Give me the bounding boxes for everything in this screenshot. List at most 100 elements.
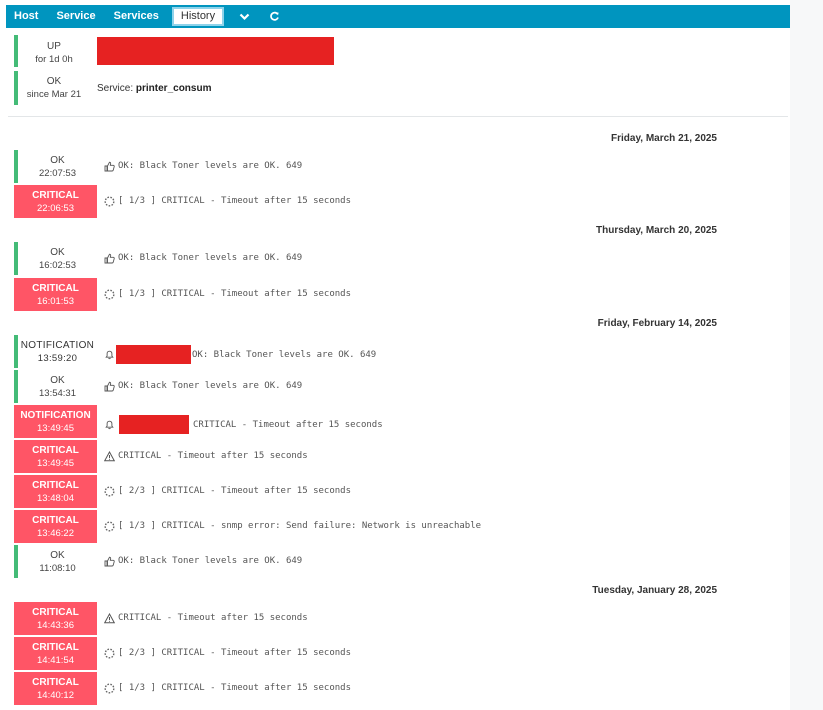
event-state: CRITICAL — [32, 479, 79, 491]
spinner-icon — [103, 485, 115, 497]
event-time: 22:07:53 — [39, 167, 76, 179]
event-message: [ 1/3 ] CRITICAL - Timeout after 15 seco… — [103, 682, 351, 694]
refresh-button[interactable] — [263, 5, 293, 28]
day-header: Thursday, March 20, 2025 — [596, 225, 717, 236]
spinner-icon — [103, 647, 115, 659]
history-event-badge[interactable]: CRITICAL 14:40:12 — [14, 672, 97, 705]
event-text: OK: Black Toner levels are OK. 649 — [118, 161, 303, 171]
dropdown-button[interactable] — [226, 5, 263, 28]
event-text: OK: Black Toner levels are OK. 649 — [118, 556, 303, 566]
history-event-badge[interactable]: CRITICAL 13:48:04 — [14, 475, 97, 508]
history-event-badge[interactable]: CRITICAL 16:01:53 — [14, 278, 97, 311]
event-state: OK — [50, 549, 65, 561]
history-event-badge[interactable]: OK 11:08:10 — [14, 545, 97, 578]
event-time: 11:08:10 — [39, 562, 76, 574]
host-state-duration: for 1d 0h — [35, 54, 73, 65]
tab-services[interactable]: Services — [105, 5, 168, 28]
event-message: OK: Black Toner levels are OK. 649 — [103, 345, 376, 364]
event-message: CRITICAL - Timeout after 15 seconds — [103, 415, 383, 434]
tab-service[interactable]: Service — [47, 5, 104, 28]
event-message: CRITICAL - Timeout after 15 seconds — [103, 450, 308, 462]
spinner-icon — [103, 288, 115, 300]
thumbs-up-icon — [103, 160, 115, 172]
history-event-badge[interactable]: CRITICAL 22:06:53 — [14, 185, 97, 218]
event-text: [ 1/3 ] CRITICAL - Timeout after 15 seco… — [118, 289, 351, 299]
event-time: 14:40:12 — [37, 689, 74, 701]
event-message: OK: Black Toner levels are OK. 649 — [103, 555, 302, 567]
event-time: 13:49:45 — [37, 457, 74, 469]
history-event-badge[interactable]: NOTIFICATION 13:49:45 — [14, 405, 97, 438]
history-event-badge[interactable]: CRITICAL 14:43:36 — [14, 602, 97, 635]
history-event-badge[interactable]: OK 13:54:31 — [14, 370, 97, 403]
bell-icon — [103, 349, 115, 361]
service-name: printer_consum — [135, 83, 212, 94]
event-time: 22:06:53 — [37, 202, 74, 214]
host-state-badge[interactable]: UP for 1d 0h — [14, 35, 90, 67]
history-event-badge[interactable]: OK 16:02:53 — [14, 242, 97, 275]
host-state: UP — [47, 41, 61, 52]
top-navigation: Host Service Services History — [6, 5, 790, 28]
right-gutter — [790, 0, 823, 710]
event-time: 13:46:22 — [37, 527, 74, 539]
event-time: 16:01:53 — [37, 295, 74, 307]
event-text: OK: Black Toner levels are OK. 649 — [118, 381, 303, 391]
service-state-badge[interactable]: OK since Mar 21 — [14, 71, 90, 105]
day-header: Friday, February 14, 2025 — [597, 318, 717, 329]
event-text: CRITICAL - Timeout after 15 seconds — [193, 419, 383, 430]
service-label: Service: — [97, 83, 134, 94]
event-time: 16:02:53 — [39, 259, 76, 271]
service-state: OK — [46, 76, 62, 87]
event-message: CRITICAL - Timeout after 15 seconds — [103, 612, 308, 624]
event-text: [ 1/3 ] CRITICAL - Timeout after 15 seco… — [118, 196, 351, 206]
event-text: CRITICAL - Timeout after 15 seconds — [118, 451, 308, 461]
history-event-badge[interactable]: CRITICAL 13:49:45 — [14, 440, 97, 473]
history-event-badge[interactable]: NOTIFICATION 13:59:20 — [14, 335, 97, 368]
tab-host[interactable]: Host — [6, 5, 47, 28]
event-message: [ 1/3 ] CRITICAL - Timeout after 15 seco… — [103, 288, 351, 300]
event-state: OK — [50, 154, 65, 166]
event-text: CRITICAL - Timeout after 15 seconds — [118, 613, 308, 623]
event-message: [ 1/3 ] CRITICAL - snmp error: Send fail… — [103, 520, 481, 532]
redacted-contact — [116, 345, 191, 364]
day-header: Tuesday, January 28, 2025 — [592, 585, 717, 596]
event-state: CRITICAL — [32, 676, 79, 688]
event-message: OK: Black Toner levels are OK. 649 — [103, 160, 302, 172]
event-message: OK: Black Toner levels are OK. 649 — [103, 252, 302, 264]
history-event-badge[interactable]: CRITICAL 14:41:54 — [14, 637, 97, 670]
event-state: NOTIFICATION — [20, 339, 95, 351]
history-event-badge[interactable]: CRITICAL 13:46:22 — [14, 510, 97, 543]
warning-icon — [103, 450, 115, 462]
event-text: OK: Black Toner levels are OK. 649 — [118, 253, 303, 263]
event-time: 13:54:31 — [39, 387, 76, 399]
event-state: CRITICAL — [32, 641, 79, 653]
event-time: 13:59:20 — [37, 352, 78, 364]
event-state: CRITICAL — [32, 514, 79, 526]
bell-icon — [103, 419, 115, 431]
redacted-host-name — [97, 37, 334, 65]
event-text: [ 1/3 ] CRITICAL - Timeout after 15 seco… — [118, 683, 351, 693]
thumbs-up-icon — [103, 555, 115, 567]
event-text: [ 2/3 ] CRITICAL - Timeout after 15 seco… — [118, 648, 351, 658]
event-state: CRITICAL — [32, 282, 79, 294]
event-message: OK: Black Toner levels are OK. 649 — [103, 380, 302, 392]
event-state: CRITICAL — [32, 189, 79, 201]
event-message: [ 2/3 ] CRITICAL - Timeout after 15 seco… — [103, 485, 351, 497]
event-time: 13:49:45 — [37, 422, 74, 434]
tab-history[interactable]: History — [171, 7, 225, 26]
event-time: 14:41:54 — [37, 654, 74, 666]
event-state: OK — [50, 246, 65, 258]
event-text: [ 2/3 ] CRITICAL - Timeout after 15 seco… — [118, 486, 351, 496]
thumbs-up-icon — [103, 252, 115, 264]
event-text: [ 1/3 ] CRITICAL - snmp error: Send fail… — [118, 521, 482, 531]
service-state-duration: since Mar 21 — [26, 89, 82, 100]
redacted-contact — [119, 415, 189, 434]
history-event-badge[interactable]: OK 22:07:53 — [14, 150, 97, 183]
event-text: OK: Black Toner levels are OK. 649 — [192, 349, 377, 360]
event-state: NOTIFICATION — [20, 409, 91, 421]
spinner-icon — [103, 682, 115, 694]
event-message: [ 2/3 ] CRITICAL - Timeout after 15 seco… — [103, 647, 351, 659]
refresh-icon — [270, 11, 279, 21]
service-title: Service: printer_consum — [97, 83, 211, 94]
divider — [8, 116, 788, 117]
event-state: CRITICAL — [32, 606, 79, 618]
